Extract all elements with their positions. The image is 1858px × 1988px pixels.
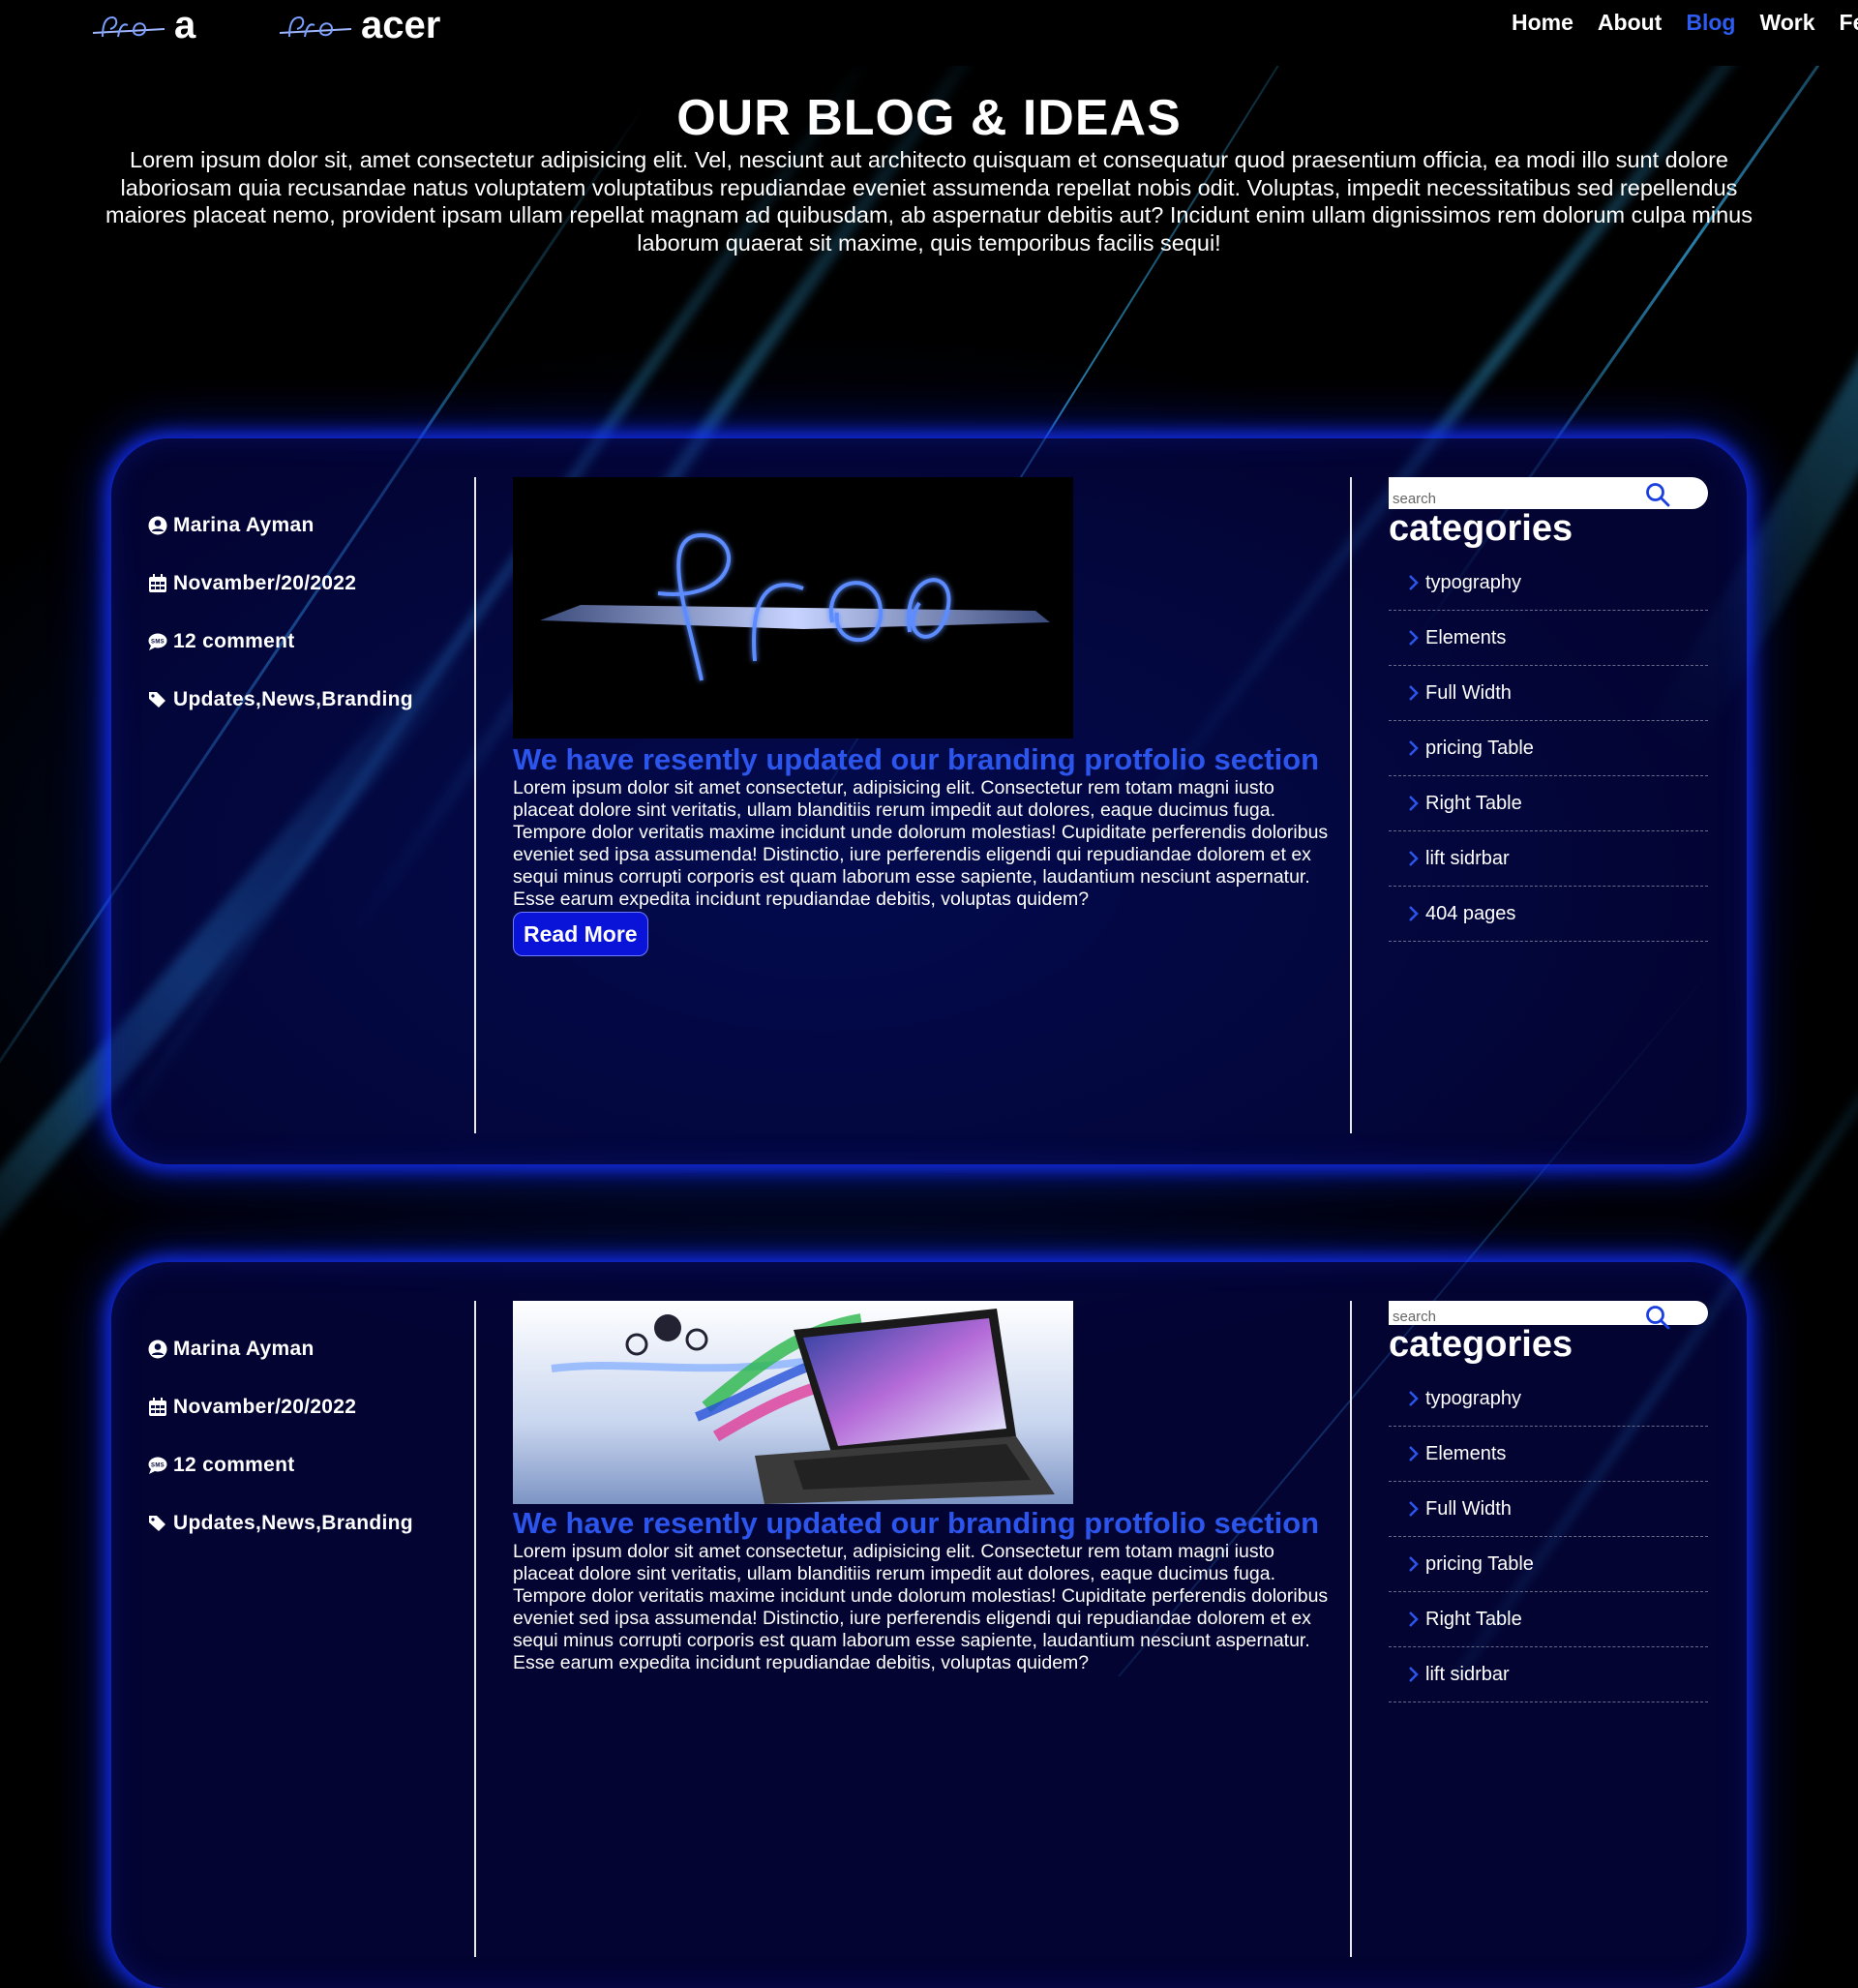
category-item[interactable]: Elements <box>1389 1427 1708 1482</box>
blog-post-card: Marina Ayman Novamber/20/2022 SMS 12 com… <box>111 438 1747 1164</box>
post-excerpt: Lorem ipsum dolor sit amet consectetur, … <box>513 1541 1329 1673</box>
pro-light-image <box>540 532 1050 681</box>
pro-logo-icon <box>92 15 165 38</box>
sms-chat-icon: SMS <box>148 633 167 650</box>
category-item[interactable]: Elements <box>1389 611 1708 666</box>
category-item[interactable]: lift sidrbar <box>1389 831 1708 887</box>
category-item[interactable]: pricing Table <box>1389 1537 1708 1592</box>
sms-chat-icon: SMS <box>148 1457 167 1474</box>
pro-logo-icon <box>279 15 352 38</box>
nav-home[interactable]: Home <box>1512 10 1573 36</box>
chevron-right-icon <box>1409 1446 1419 1461</box>
post-title[interactable]: We have resently updated our branding pr… <box>513 742 1335 777</box>
category-item[interactable]: Full Width <box>1389 666 1708 721</box>
category-item[interactable]: lift sidrbar <box>1389 1647 1708 1702</box>
chevron-right-icon <box>1409 906 1419 921</box>
post-title[interactable]: We have resently updated our branding pr… <box>513 1506 1335 1541</box>
tags-icon <box>149 1516 165 1531</box>
search-icon[interactable] <box>1645 1305 1670 1330</box>
post-tags[interactable]: Updates,News,Branding <box>148 671 413 729</box>
chevron-right-icon <box>1409 575 1419 590</box>
category-item[interactable]: Right Table <box>1389 1592 1708 1647</box>
chevron-right-icon <box>1409 851 1419 866</box>
read-more-button[interactable]: Read More <box>513 912 648 956</box>
search-input[interactable] <box>1393 489 1634 508</box>
category-item[interactable]: Right Table <box>1389 776 1708 831</box>
chevron-right-icon <box>1409 1556 1419 1572</box>
post-meta: Marina Ayman Novamber/20/2022 SMS 12 com… <box>148 1320 413 1552</box>
post-author: Marina Ayman <box>148 1320 413 1378</box>
search-box <box>1389 1301 1708 1330</box>
post-comments[interactable]: SMS 12 comment <box>148 1436 413 1494</box>
tags-icon <box>149 692 165 708</box>
chevron-right-icon <box>1409 796 1419 811</box>
chevron-right-icon <box>1409 1391 1419 1406</box>
post-date: Novamber/20/2022 <box>148 1378 413 1436</box>
chevron-right-icon <box>1409 1501 1419 1517</box>
post-image <box>513 477 1073 738</box>
divider <box>474 477 476 1133</box>
category-item[interactable]: typography <box>1389 1371 1708 1427</box>
divider <box>1350 1301 1352 1957</box>
svg-text:SMS: SMS <box>151 640 165 646</box>
blog-post-card: Marina Ayman Novamber/20/2022 SMS 12 com… <box>111 1262 1747 1988</box>
calendar-icon <box>149 1398 166 1416</box>
divider <box>474 1301 476 1957</box>
search-icon[interactable] <box>1645 482 1670 507</box>
brand-text: a <box>174 3 196 46</box>
sidebar: categories typography Elements Full Widt… <box>1389 477 1708 942</box>
user-circle-icon <box>148 1340 167 1359</box>
category-item[interactable]: 404 pages <box>1389 887 1708 942</box>
divider <box>1350 477 1352 1133</box>
user-circle-icon <box>148 516 167 535</box>
calendar-icon <box>149 574 166 592</box>
category-item[interactable]: Full Width <box>1389 1482 1708 1537</box>
brand-logo[interactable]: a <box>89 0 195 50</box>
brand-logo-acer[interactable]: acer <box>276 0 440 50</box>
post-meta: Marina Ayman Novamber/20/2022 SMS 12 com… <box>148 497 413 729</box>
chevron-right-icon <box>1409 630 1419 646</box>
post-date: Novamber/20/2022 <box>148 555 413 613</box>
chevron-right-icon <box>1409 685 1419 701</box>
category-item[interactable]: typography <box>1389 556 1708 611</box>
svg-text:SMS: SMS <box>151 1463 165 1469</box>
chevron-right-icon <box>1409 1667 1419 1682</box>
search-input[interactable] <box>1393 1307 1634 1326</box>
post-image <box>513 1301 1073 1504</box>
post-author: Marina Ayman <box>148 497 413 555</box>
main-nav: Home About Blog Work Fea <box>1512 10 1858 36</box>
post-tags[interactable]: Updates,News,Branding <box>148 1494 413 1552</box>
nav-features[interactable]: Fea <box>1840 10 1858 36</box>
search-box <box>1389 477 1708 509</box>
page-title: OUR BLOG & IDEAS <box>676 90 1182 146</box>
post-comments[interactable]: SMS 12 comment <box>148 613 413 671</box>
category-item[interactable]: pricing Table <box>1389 721 1708 776</box>
chevron-right-icon <box>1409 740 1419 756</box>
acer-laptop-image <box>513 1301 1073 1504</box>
hero-description: Lorem ipsum dolor sit, amet consectetur … <box>105 147 1753 256</box>
nav-about[interactable]: About <box>1598 10 1662 36</box>
categories-list: typography Elements Full Width pricing T… <box>1389 1371 1708 1702</box>
chevron-right-icon <box>1409 1611 1419 1627</box>
categories-list: typography Elements Full Width pricing T… <box>1389 556 1708 942</box>
sidebar: categories typography Elements Full Widt… <box>1389 1301 1708 1702</box>
brand-text: acer <box>361 3 441 46</box>
categories-title: categories <box>1389 508 1573 549</box>
top-navbar: a acer Home About Blog Work Fea <box>0 0 1858 66</box>
nav-work[interactable]: Work <box>1759 10 1814 36</box>
nav-blog[interactable]: Blog <box>1686 10 1735 36</box>
post-excerpt: Lorem ipsum dolor sit amet consectetur, … <box>513 777 1329 910</box>
